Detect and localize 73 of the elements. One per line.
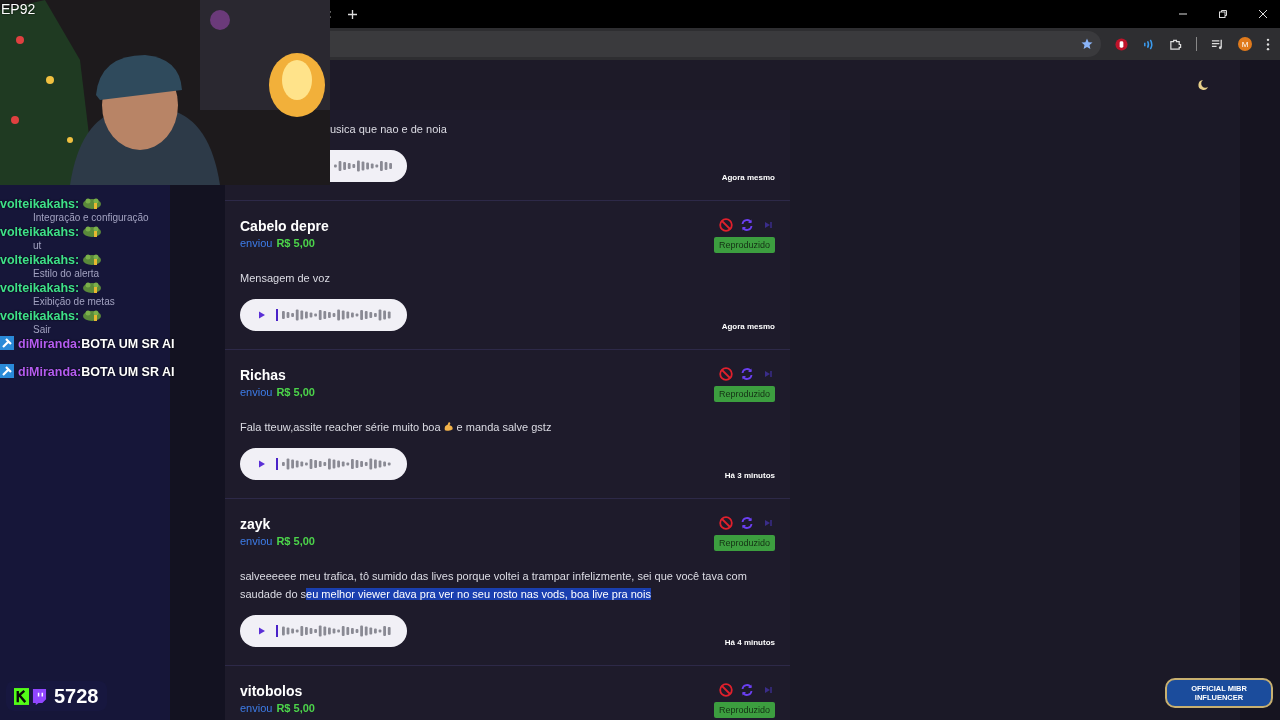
donation-amount: R$ 5,00 bbox=[276, 237, 315, 249]
sent-label: enviou bbox=[240, 702, 273, 714]
chat-message: volteikakahs: bbox=[0, 308, 103, 322]
restore-icon[interactable] bbox=[1218, 9, 1228, 19]
ban-icon[interactable] bbox=[719, 367, 733, 381]
menu-icon[interactable] bbox=[1266, 37, 1270, 51]
ban-icon[interactable] bbox=[719, 683, 733, 697]
sent-label: enviou bbox=[240, 237, 273, 249]
puzzle-icon[interactable] bbox=[1169, 37, 1182, 51]
address-field[interactable] bbox=[330, 31, 1101, 57]
play-icon[interactable] bbox=[258, 460, 266, 468]
close-icon[interactable] bbox=[1258, 9, 1268, 19]
refresh-icon[interactable] bbox=[740, 367, 754, 381]
play-icon[interactable] bbox=[258, 311, 266, 319]
frog-emote-icon bbox=[82, 224, 103, 238]
time-label: Agora mesmo bbox=[721, 173, 775, 182]
donor-name: zayk bbox=[240, 516, 272, 532]
donor-name: vitobolos bbox=[240, 683, 304, 699]
waveform-drawing bbox=[334, 159, 392, 173]
twitch-icon bbox=[32, 687, 47, 705]
media-list-icon[interactable] bbox=[1211, 37, 1224, 51]
play-icon[interactable] bbox=[258, 627, 266, 635]
donation-message: Fala tteuw,assite reacher série muito boa e manda salve gstz bbox=[240, 420, 553, 435]
sidebar-item[interactable]: ut bbox=[33, 240, 42, 252]
hammer-badge-icon bbox=[0, 336, 14, 350]
new-tab-icon[interactable] bbox=[348, 9, 357, 19]
sent-label: enviou bbox=[240, 535, 273, 547]
donation-amount: R$ 5,00 bbox=[276, 702, 315, 714]
donation-message: Mensagem de voz bbox=[240, 271, 331, 286]
status-badge: Reproduzido bbox=[713, 386, 775, 402]
sidebar-item[interactable]: Sair bbox=[33, 324, 51, 336]
refresh-icon[interactable] bbox=[740, 683, 754, 697]
sent-label: enviou bbox=[240, 386, 273, 398]
audio-player[interactable] bbox=[240, 299, 407, 331]
ban-icon[interactable] bbox=[719, 218, 733, 232]
status-badge: Reproduzido bbox=[713, 702, 775, 718]
chat-message: diMiranda:BOTA UM SR AI bbox=[0, 364, 175, 378]
refresh-icon[interactable] bbox=[740, 218, 754, 232]
refresh-icon[interactable] bbox=[740, 516, 754, 530]
episode-label: EP92 bbox=[1, 1, 36, 17]
chat-message: volteikakahs: bbox=[0, 252, 103, 266]
frog-emote-icon bbox=[82, 280, 103, 294]
chat-message: diMiranda:BOTA UM SR AI bbox=[0, 336, 175, 350]
donor-name: Cabelo depre bbox=[240, 218, 329, 234]
hammer-badge-icon bbox=[0, 364, 14, 378]
audio-player[interactable] bbox=[240, 448, 407, 480]
sidebar-item[interactable]: Estilo do alerta bbox=[33, 268, 100, 280]
status-badge: Reproduzido bbox=[713, 237, 775, 253]
time-label: Agora mesmo bbox=[721, 322, 775, 331]
chat-message: volteikakahs: bbox=[0, 196, 103, 210]
time-label: Há 4 minutos bbox=[724, 638, 775, 647]
status-badge: Reproduzido bbox=[713, 535, 775, 551]
frog-emote-icon bbox=[82, 252, 103, 266]
k-logo-icon bbox=[14, 687, 29, 705]
sidebar-item[interactable]: Exibição de metas bbox=[33, 296, 115, 308]
chat-message: volteikakahs: bbox=[0, 280, 103, 294]
donor-name: Richas bbox=[240, 367, 287, 383]
chat-message: volteikakahs: bbox=[0, 224, 103, 238]
audio-player[interactable] bbox=[240, 615, 407, 647]
frog-emote-icon bbox=[82, 196, 103, 210]
flexed-arm-icon bbox=[442, 421, 454, 432]
donation-amount: R$ 5,00 bbox=[276, 386, 315, 398]
donation-amount: R$ 5,00 bbox=[276, 535, 315, 547]
sound-waves-icon[interactable] bbox=[1142, 37, 1155, 51]
hand-icon[interactable] bbox=[1115, 37, 1128, 51]
frog-emote-icon bbox=[82, 308, 103, 322]
viewer-count: 5728 bbox=[54, 684, 99, 708]
audio-player[interactable] bbox=[330, 150, 407, 182]
sidebar-item[interactable]: Integração e configuração bbox=[33, 212, 149, 224]
time-label: Há 3 minutos bbox=[724, 471, 775, 480]
donation-message: usica que nao e de noia bbox=[330, 122, 448, 137]
star-icon[interactable] bbox=[1081, 38, 1093, 50]
ban-icon[interactable] bbox=[719, 516, 733, 530]
